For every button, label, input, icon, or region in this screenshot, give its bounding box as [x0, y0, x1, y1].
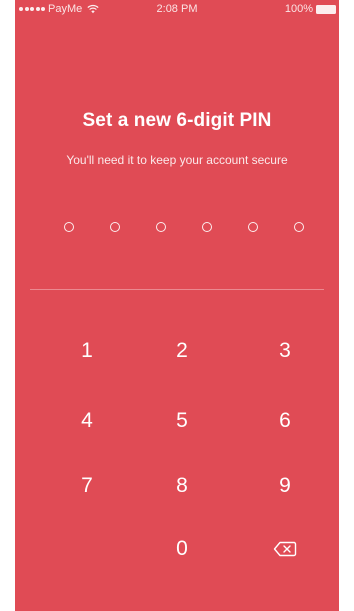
pin-indicator — [64, 222, 304, 236]
key-6[interactable]: 6 — [255, 396, 315, 446]
pin-dot — [156, 222, 166, 232]
key-8[interactable]: 8 — [152, 461, 212, 511]
key-4[interactable]: 4 — [57, 396, 117, 446]
pin-dot — [202, 222, 212, 232]
backspace-icon — [273, 541, 297, 557]
pin-dot — [64, 222, 74, 232]
key-9[interactable]: 9 — [255, 461, 315, 511]
divider — [30, 289, 324, 290]
key-5[interactable]: 5 — [152, 396, 212, 446]
page-subtitle: You'll need it to keep your account secu… — [66, 153, 288, 167]
pin-setup-screen: PayMe 2:08 PM 100% Set a new 6-digit PIN… — [15, 0, 339, 611]
battery-percent: 100% — [284, 3, 313, 15]
status-bar: PayMe 2:08 PM 100% — [15, 0, 339, 20]
pin-dot — [248, 222, 258, 232]
key-1[interactable]: 1 — [57, 326, 117, 376]
key-7[interactable]: 7 — [57, 461, 117, 511]
page-title: Set a new 6-digit PIN — [82, 110, 272, 131]
pin-dot — [110, 222, 120, 232]
key-2[interactable]: 2 — [152, 326, 212, 376]
backspace-button[interactable] — [255, 524, 315, 574]
status-right: 100% — [285, 3, 336, 15]
pin-dot — [294, 222, 304, 232]
key-0[interactable]: 0 — [152, 524, 212, 574]
battery-icon — [316, 4, 336, 14]
key-3[interactable]: 3 — [255, 326, 315, 376]
